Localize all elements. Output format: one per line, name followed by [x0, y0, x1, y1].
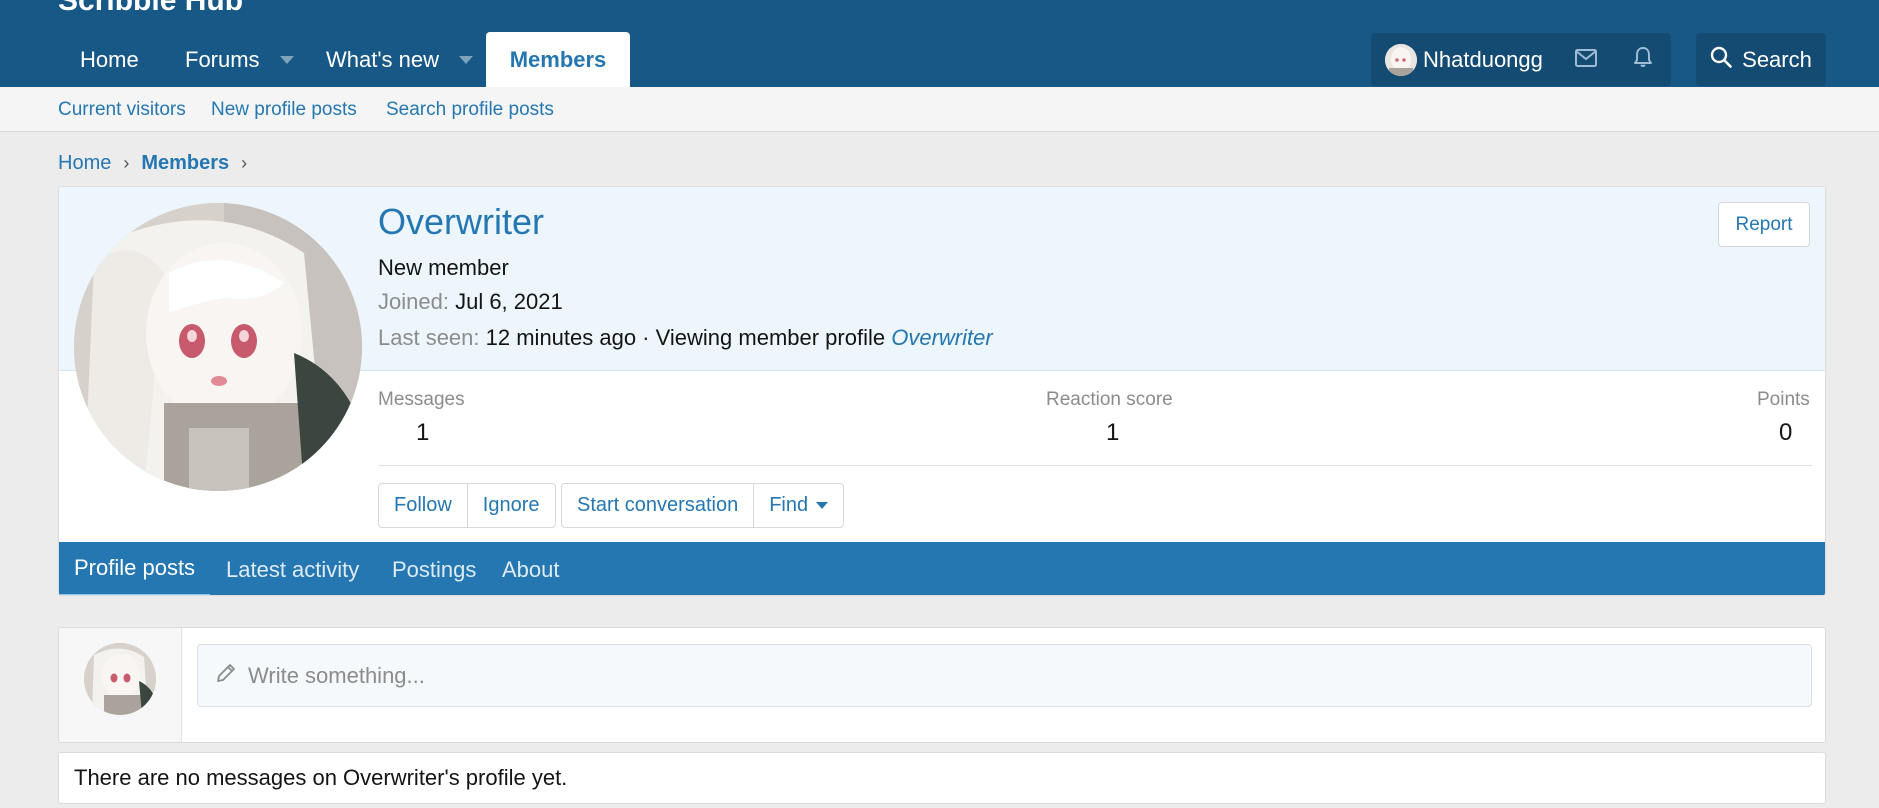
subnav-current-visitors[interactable]: Current visitors [58, 99, 186, 121]
nav-members[interactable]: Members [486, 32, 630, 87]
follow-button[interactable]: Follow [379, 484, 467, 527]
nav-whats-new-label: What's new [326, 46, 440, 72]
stat-messages-value[interactable]: 1 [416, 419, 429, 447]
profile-tabs: Profile posts Latest activity Postings A… [59, 542, 1825, 595]
composer-avatar-column [59, 628, 182, 742]
account-menu[interactable]: Nhatduongg [1371, 33, 1557, 86]
write-something-placeholder: Write something... [248, 662, 425, 688]
member-profile-card: Overwriter New member Joined: Jul 6, 202… [58, 186, 1826, 596]
bell-icon [1633, 46, 1653, 74]
tab-latest-activity[interactable]: Latest activity [211, 542, 374, 595]
subnav-new-profile-posts[interactable]: New profile posts [211, 99, 357, 121]
tab-profile-posts[interactable]: Profile posts [59, 542, 211, 595]
chevron-down-icon[interactable] [459, 55, 474, 64]
site-header: Scribble Hub Home Forums What's new Memb… [0, 0, 1879, 87]
report-button[interactable]: Report [1718, 202, 1810, 247]
last-seen-label: Last seen: [378, 325, 480, 350]
subnav-search-profile-posts[interactable]: Search profile posts [386, 99, 554, 121]
chevron-down-icon[interactable] [279, 55, 294, 64]
joined-value: Jul 6, 2021 [455, 289, 563, 314]
nav-members-label: Members [509, 46, 607, 72]
stat-messages-label: Messages [378, 389, 465, 410]
last-seen-value: 12 minutes ago · Viewing member profile [485, 325, 886, 350]
pencil-icon [214, 661, 248, 691]
site-logo-title[interactable]: Scribble Hub [58, 0, 243, 18]
stat-reaction-label: Reaction score [1046, 389, 1173, 410]
chevron-right-icon: › [123, 152, 130, 173]
account-username: Nhatduongg [1423, 46, 1543, 72]
alerts-button[interactable] [1615, 33, 1671, 86]
nav-home[interactable]: Home [58, 32, 161, 87]
stat-reaction-value[interactable]: 1 [1106, 419, 1119, 447]
ignore-button[interactable]: Ignore [466, 484, 555, 527]
profile-joined: Joined: Jul 6, 2021 [378, 289, 563, 315]
breadcrumb-members[interactable]: Members [141, 152, 229, 175]
nav-home-label: Home [80, 46, 139, 72]
inbox-button[interactable] [1557, 33, 1615, 86]
search-icon [1710, 46, 1742, 74]
conversation-find-group: Start conversation Find [561, 483, 845, 528]
stats-divider [378, 465, 1812, 466]
stat-points-label: Points [1757, 389, 1810, 410]
profile-avatar[interactable] [74, 203, 362, 491]
last-seen-link[interactable]: Overwriter [891, 325, 992, 350]
write-something-input[interactable]: Write something... [197, 644, 1812, 707]
profile-username: Overwriter [378, 201, 545, 242]
profile-user-title: New member [378, 255, 509, 280]
tab-about[interactable]: About [487, 542, 575, 595]
follow-ignore-group: Follow Ignore [378, 483, 556, 528]
tab-postings[interactable]: Postings [377, 542, 491, 595]
nav-forums-label: Forums [185, 46, 260, 72]
stat-points-value[interactable]: 0 [1779, 419, 1792, 447]
avatar[interactable] [84, 643, 156, 715]
members-subnav: Current visitors New profile posts Searc… [0, 87, 1879, 132]
envelope-icon [1574, 47, 1597, 73]
find-button-label: Find [769, 494, 809, 516]
nav-forums[interactable]: Forums [163, 32, 316, 87]
breadcrumb: Home › Members › [58, 150, 259, 176]
breadcrumb-home[interactable]: Home [58, 152, 111, 175]
find-button[interactable]: Find [753, 484, 843, 527]
no-messages-notice: There are no messages on Overwriter's pr… [58, 752, 1826, 804]
caret-down-icon [816, 502, 829, 509]
profile-last-seen: Last seen: 12 minutes ago · Viewing memb… [378, 325, 993, 351]
profile-post-composer: Write something... [58, 627, 1826, 743]
avatar [1385, 43, 1417, 76]
start-conversation-button[interactable]: Start conversation [562, 484, 753, 527]
user-account-bar: Nhatduongg [1371, 33, 1671, 86]
search-button-label: Search [1742, 46, 1812, 72]
nav-whats-new[interactable]: What's new [304, 32, 495, 87]
search-button[interactable]: Search [1696, 33, 1826, 86]
joined-label: Joined: [378, 289, 449, 314]
chevron-right-icon: › [241, 152, 248, 173]
